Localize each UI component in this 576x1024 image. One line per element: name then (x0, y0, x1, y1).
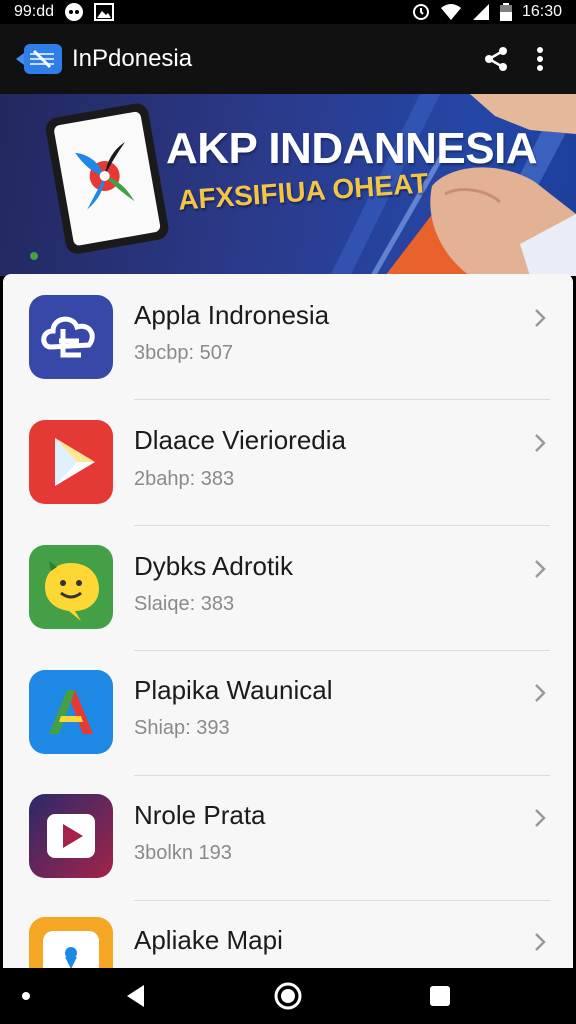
more-vert-icon[interactable] (518, 37, 562, 81)
list-item[interactable]: Nrole Prata 3bolkn 193 (3, 776, 573, 901)
map-app-icon (29, 917, 113, 968)
cloud-app-icon (29, 295, 113, 379)
recents-icon[interactable] (424, 980, 456, 1012)
status-time: 16:30 (521, 3, 562, 20)
banner-title: AKP INDANNESIA (166, 124, 538, 173)
image-icon (94, 3, 115, 21)
home-icon[interactable] (272, 980, 304, 1012)
alarm-icon (412, 3, 430, 21)
app-name: Nrole Prata (134, 800, 266, 830)
list-item[interactable]: Apliake Mapi (3, 901, 573, 968)
app-name: Dybks Adrotik (134, 551, 293, 581)
play-app-icon (29, 420, 113, 504)
battery-icon (499, 3, 512, 21)
chevron-right-icon (531, 681, 551, 705)
chevron-right-icon (531, 557, 551, 581)
signal-icon (472, 3, 490, 21)
chevron-right-icon (531, 431, 551, 455)
list-item[interactable]: Appla Indronesia 3bcbp: 507 (3, 274, 573, 399)
app-name: Dlaace Vierioredia (134, 425, 346, 455)
app-subtitle: Shiap: 393 (134, 717, 230, 739)
letter-a-app-icon (29, 670, 113, 754)
app-title: InPdonesia (72, 45, 193, 72)
notification-icon (64, 2, 84, 22)
dot-indicator-icon (10, 980, 42, 1012)
navigation-bar (0, 968, 576, 1024)
status-bar: 99:dd 16:30 (0, 0, 576, 24)
list-item[interactable]: Plapika Waunical Shiap: 393 (3, 651, 573, 776)
app-subtitle: 2bahp: 383 (134, 468, 235, 490)
list-item[interactable]: Dybks Adrotik Slaiqe: 383 (3, 526, 573, 651)
share-icon[interactable] (474, 37, 518, 81)
status-left-text: 99:dd (14, 3, 55, 20)
wifi-icon (440, 3, 462, 21)
smiley-app-icon (29, 545, 113, 629)
app-name: Appla Indronesia (134, 300, 330, 330)
chevron-right-icon (531, 930, 551, 954)
chevron-right-icon (531, 306, 551, 330)
app-subtitle: 3bcbp: 507 (134, 342, 233, 364)
app-name: Plapika Waunical (134, 675, 333, 705)
app-logo-icon[interactable] (14, 41, 66, 77)
video-app-icon (29, 794, 113, 878)
app-subtitle: 3bolkn 193 (134, 842, 232, 864)
promo-banner[interactable]: AKP INDANNESIA AFXSIFIUA OHEAT (0, 94, 576, 276)
app-bar: InPdonesia (0, 24, 576, 94)
app-list: Appla Indronesia 3bcbp: 507 Dlaace Vieri… (3, 274, 573, 968)
back-icon[interactable] (120, 980, 152, 1012)
chevron-right-icon (531, 806, 551, 830)
app-name: Apliake Mapi (134, 925, 283, 955)
app-subtitle: Slaiqe: 383 (134, 593, 235, 615)
list-item[interactable]: Dlaace Vierioredia 2bahp: 383 (3, 400, 573, 525)
